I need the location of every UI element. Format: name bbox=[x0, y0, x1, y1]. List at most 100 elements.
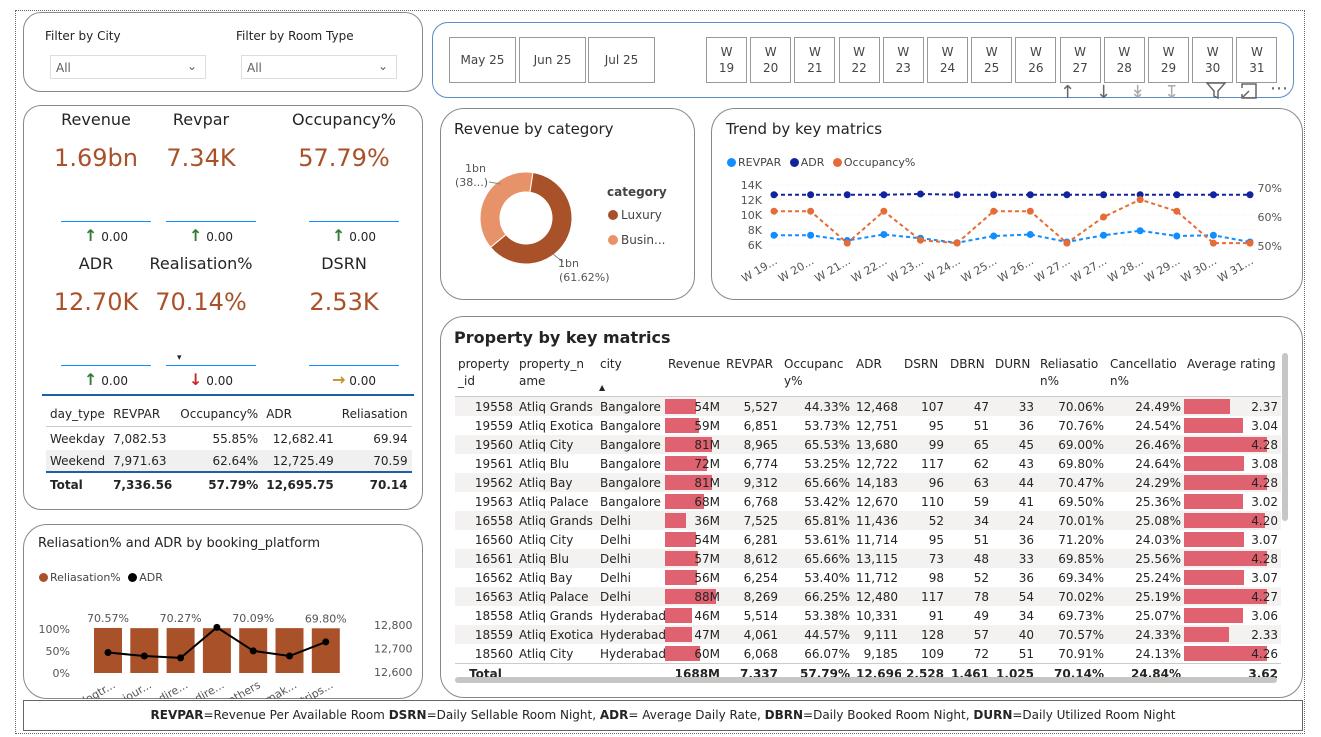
table-row[interactable]: 16563 Atliq Palace Delhi 88M 8,269 66.25% 12,4… bbox=[455, 587, 1281, 606]
table-row[interactable]: 16562 Atliq Bay Delhi 56M 6,254 53.40% 11,712 9… bbox=[455, 568, 1281, 587]
week-button-28[interactable]: W 28 bbox=[1103, 37, 1145, 83]
data-point-adr[interactable] bbox=[1173, 191, 1181, 199]
room-filter-dropdown[interactable]: All ⌄ bbox=[241, 55, 397, 79]
data-point-adr[interactable] bbox=[990, 191, 998, 199]
data-point-adr[interactable] bbox=[249, 647, 257, 655]
bar-realisation[interactable] bbox=[311, 628, 340, 673]
data-point-occupancy[interactable] bbox=[1209, 239, 1217, 247]
column-header[interactable]: Average rating bbox=[1184, 353, 1281, 397]
week-button-24[interactable]: W 24 bbox=[927, 37, 968, 83]
week-button-26[interactable]: W 26 bbox=[1015, 37, 1057, 83]
data-point-adr[interactable] bbox=[880, 191, 888, 199]
table-row[interactable]: Weekend 7,971.63 62.64% 12,725.49 70.59 bbox=[46, 450, 412, 472]
data-point-adr[interactable] bbox=[213, 623, 221, 631]
week-button-31[interactable]: W 31 bbox=[1236, 37, 1278, 83]
data-point-adr[interactable] bbox=[140, 652, 148, 660]
vertical-scrollbar[interactable] bbox=[1282, 353, 1288, 521]
column-header[interactable]: REVPAR bbox=[723, 353, 781, 397]
data-point-adr[interactable] bbox=[916, 190, 924, 198]
data-point-revpar[interactable] bbox=[880, 231, 888, 238]
data-point-adr[interactable] bbox=[953, 191, 961, 199]
column-header[interactable]: DSRN bbox=[901, 353, 947, 397]
table-row[interactable]: 16561 Atliq Blu Delhi 57M 8,612 65.66% 13,115 7… bbox=[455, 549, 1281, 568]
table-row[interactable]: 18559 Atliq Exotica Hyderabad 47M 4,061 44.57… bbox=[455, 625, 1281, 644]
table-row[interactable]: 19561 Atliq Blu Bangalore 72M 6,774 53.25% 12,… bbox=[455, 454, 1281, 473]
data-point-adr[interactable] bbox=[322, 638, 330, 646]
data-point-adr[interactable] bbox=[770, 191, 778, 199]
data-point-adr[interactable] bbox=[104, 648, 112, 656]
data-point-occupancy[interactable] bbox=[990, 207, 998, 215]
table-row[interactable]: 18560 Atliq City Hyderabad 60M 6,068 66.07% 9,… bbox=[455, 644, 1281, 664]
data-point-revpar[interactable] bbox=[1026, 231, 1034, 238]
data-point-adr[interactable] bbox=[807, 191, 815, 199]
drill-down-icon[interactable]: ↓ bbox=[1096, 82, 1111, 103]
header-realisation[interactable]: Reliasation bbox=[338, 402, 412, 427]
expand-all-down-icon[interactable]: ↡ bbox=[1130, 82, 1145, 103]
week-button-19[interactable]: W 19 bbox=[706, 37, 747, 83]
column-header[interactable]: DBRN bbox=[947, 353, 992, 397]
table-row[interactable]: Weekday 7,082.53 55.85% 12,682.41 69.94 bbox=[46, 426, 412, 451]
data-point-revpar[interactable] bbox=[1100, 231, 1108, 239]
legend-label-revpar[interactable]: REVPAR bbox=[738, 156, 781, 169]
table-row[interactable]: 19559 Atliq Exotica Bangalore 59M 6,851 53.73… bbox=[455, 416, 1281, 435]
data-point-occupancy[interactable] bbox=[1136, 196, 1144, 204]
data-point-occupancy[interactable] bbox=[770, 207, 778, 215]
data-point-adr[interactable] bbox=[177, 654, 185, 662]
data-point-occupancy[interactable] bbox=[1173, 207, 1181, 215]
column-header[interactable]: DURN bbox=[992, 353, 1037, 397]
data-point-adr[interactable] bbox=[1246, 191, 1254, 199]
legend-label-occupancy[interactable]: Occupancy% bbox=[844, 156, 915, 169]
week-button-25[interactable]: W 25 bbox=[971, 37, 1013, 83]
more-options-icon[interactable]: ⋯ bbox=[1270, 78, 1288, 99]
data-point-occupancy[interactable] bbox=[1026, 207, 1034, 215]
week-button-22[interactable]: W 22 bbox=[838, 37, 880, 83]
data-point-occupancy[interactable] bbox=[953, 239, 961, 247]
column-header[interactable]: property _id bbox=[455, 353, 516, 397]
data-point-adr[interactable] bbox=[1026, 191, 1034, 199]
header-day-type[interactable]: day_type bbox=[46, 402, 109, 427]
legend-label-business[interactable]: Busin... bbox=[621, 233, 665, 247]
week-button-20[interactable]: W 20 bbox=[750, 37, 792, 83]
column-header[interactable]: ADR bbox=[853, 353, 901, 397]
expand-next-level-icon[interactable]: ↧ bbox=[1164, 82, 1179, 103]
month-button-jul[interactable]: Jul 25 bbox=[588, 37, 655, 83]
horizontal-scrollbar[interactable] bbox=[455, 677, 1277, 683]
table-row[interactable]: 19563 Atliq Palace Bangalore 68M 6,768 53.42%… bbox=[455, 492, 1281, 511]
data-point-adr[interactable] bbox=[1209, 191, 1217, 199]
bar-realisation[interactable] bbox=[275, 628, 304, 673]
data-point-revpar[interactable] bbox=[770, 231, 778, 239]
legend-label-realisation[interactable]: Reliasation% bbox=[50, 571, 121, 584]
data-point-occupancy[interactable] bbox=[807, 207, 815, 215]
column-header[interactable]: property_n ame bbox=[516, 353, 597, 397]
data-point-adr[interactable] bbox=[843, 191, 851, 199]
week-button-27[interactable]: W 27 bbox=[1059, 37, 1101, 83]
data-point-occupancy[interactable] bbox=[1063, 239, 1071, 247]
data-point-revpar[interactable] bbox=[1209, 231, 1217, 239]
week-button-23[interactable]: W 23 bbox=[882, 37, 924, 83]
data-point-occupancy[interactable] bbox=[880, 207, 888, 215]
table-row[interactable]: 19560 Atliq City Bangalore 81M 8,965 65.53% 13… bbox=[455, 435, 1281, 454]
column-header[interactable]: city ▲ bbox=[597, 353, 665, 397]
city-filter-dropdown[interactable]: All ⌄ bbox=[50, 55, 206, 79]
drill-up-icon[interactable]: ↑ bbox=[1060, 82, 1075, 103]
data-point-revpar[interactable] bbox=[1173, 232, 1181, 240]
data-point-adr[interactable] bbox=[1063, 191, 1071, 199]
column-header[interactable]: Cancellatio n% bbox=[1107, 353, 1184, 397]
data-point-adr[interactable] bbox=[1100, 191, 1108, 199]
week-button-29[interactable]: W 29 bbox=[1148, 37, 1189, 83]
month-button-may[interactable]: May 25 bbox=[449, 37, 516, 83]
data-point-occupancy[interactable] bbox=[1100, 213, 1108, 221]
week-button-21[interactable]: W 21 bbox=[794, 37, 836, 83]
table-row[interactable]: 16560 Atliq City Delhi 54M 6,281 53.61% 11,714… bbox=[455, 530, 1281, 549]
header-revpar[interactable]: REVPAR bbox=[109, 402, 176, 427]
legend-label-adr[interactable]: ADR bbox=[139, 571, 163, 584]
data-point-occupancy[interactable] bbox=[843, 239, 851, 247]
data-point-adr[interactable] bbox=[286, 652, 293, 660]
table-row[interactable]: 16558 Atliq Grands Delhi 36M 7,525 65.81% 11,4… bbox=[455, 511, 1281, 530]
column-header[interactable]: Revenue bbox=[665, 353, 723, 397]
week-button-30[interactable]: W 30 bbox=[1192, 37, 1234, 83]
table-row[interactable]: 19562 Atliq Bay Bangalore 81M 9,312 65.66% 14,… bbox=[455, 473, 1281, 492]
month-button-jun[interactable]: Jun 25 bbox=[519, 37, 586, 83]
data-point-occupancy[interactable] bbox=[916, 236, 924, 244]
data-point-revpar[interactable] bbox=[990, 232, 998, 240]
